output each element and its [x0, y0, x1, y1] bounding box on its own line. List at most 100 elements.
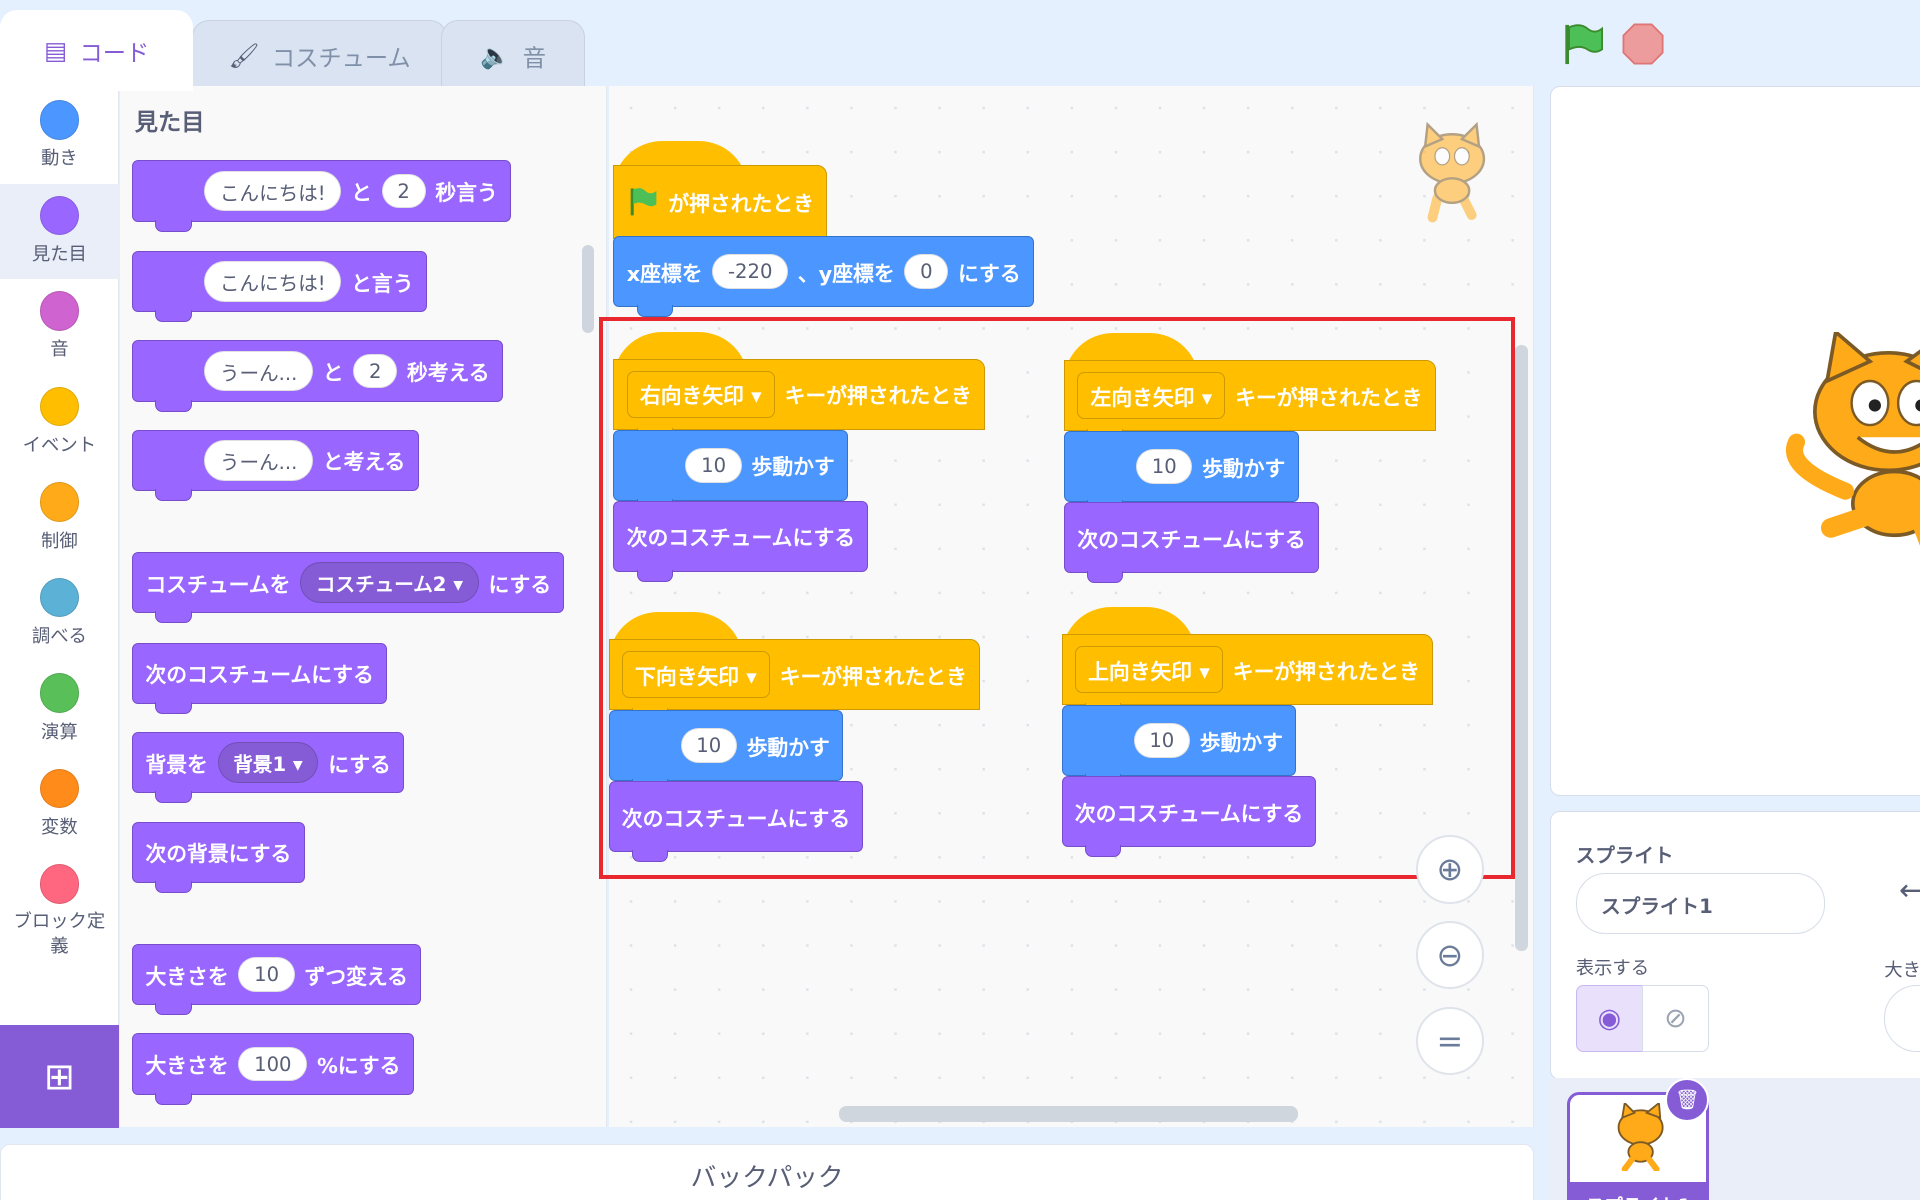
green-flag-button[interactable] — [1558, 20, 1607, 69]
tab-code-label: コード — [79, 39, 150, 67]
block-label: と言う — [351, 271, 414, 296]
block-label: と考える — [322, 450, 406, 475]
secs-input[interactable]: 2 — [353, 353, 398, 389]
when-flag-clicked-block[interactable]: が押されたとき — [613, 165, 828, 249]
category-8[interactable]: 変数 — [0, 757, 119, 853]
block-next-costume[interactable]: 次のコスチュームにする — [132, 642, 388, 715]
block-think-for-secs[interactable]: うーん... と 2 秒考える — [132, 340, 503, 412]
category-label: 動き — [41, 148, 78, 170]
hat-label: が押されたとき — [668, 192, 814, 217]
backpack[interactable]: バックパック — [0, 1143, 1535, 1200]
size-input[interactable] — [1884, 985, 1920, 1052]
palette-scrollbar[interactable] — [581, 244, 594, 334]
size-set-input[interactable]: 100 — [238, 1046, 308, 1082]
extension-icon: ⊞ — [43, 1054, 75, 1098]
eye-icon: ◉ — [1597, 1003, 1622, 1035]
block-label: 背景を — [145, 752, 208, 777]
eye-slash-icon: ⊘ — [1664, 1003, 1687, 1035]
block-label: にする — [328, 752, 391, 777]
zoom-out-button[interactable]: ⊖ — [1415, 920, 1485, 990]
secs-input[interactable]: 2 — [381, 173, 426, 209]
block-think[interactable]: うーん... と考える — [132, 429, 419, 502]
category-2[interactable]: 見た目 — [0, 183, 119, 280]
block-say-for-secs[interactable]: こんにちは! と 2 秒言う — [132, 160, 511, 232]
backpack-label: バックパック — [690, 1162, 844, 1193]
workspace-horizontal-scrollbar[interactable] — [838, 1105, 1298, 1122]
size-label: 大き — [1884, 960, 1920, 982]
category-7[interactable]: 演算 — [0, 661, 119, 757]
category-dot-icon — [39, 291, 79, 331]
category-label: 演算 — [41, 721, 78, 743]
sprite-name-value: スプライト1 — [1601, 894, 1713, 918]
category-3[interactable]: 音 — [0, 279, 119, 375]
block-label: と — [351, 181, 372, 206]
costume-dropdown-value: コスチューム2 — [315, 573, 447, 597]
stop-icon — [1622, 23, 1664, 65]
backdrop-dropdown[interactable]: 背景1 ▾ — [217, 742, 319, 784]
x-input[interactable]: -220 — [712, 254, 789, 290]
block-label: にする — [488, 572, 552, 597]
sprite-name-input[interactable]: スプライト1 — [1575, 872, 1826, 935]
tab-costumes-label: コスチューム — [271, 44, 411, 72]
show-label: 表示する — [1575, 957, 1650, 979]
category-1[interactable]: 動き — [0, 88, 119, 184]
say-text-input[interactable]: こんにちは! — [204, 170, 342, 212]
block-label: にする — [958, 261, 1021, 286]
add-extension-button[interactable]: ⊞ — [0, 1024, 119, 1128]
sprite-cat-icon — [1617, 1102, 1664, 1172]
tab-costumes[interactable]: 🖌 コスチューム — [192, 19, 447, 91]
workspace-vertical-scrollbar[interactable] — [1514, 345, 1529, 952]
think-text-input[interactable]: うーん... — [204, 350, 313, 392]
block-label: 次の背景にする — [145, 842, 292, 867]
category-9[interactable]: ブロック定義 — [0, 852, 119, 974]
category-dot-icon — [39, 577, 79, 618]
category-dot-icon — [39, 195, 79, 236]
category-dot-icon — [39, 100, 79, 140]
say-text-input[interactable]: こんにちは! — [204, 261, 342, 303]
show-button[interactable]: ◉ — [1575, 985, 1644, 1052]
category-6[interactable]: 調べる — [0, 566, 119, 662]
block-label: 、y座標を — [797, 261, 895, 286]
delete-sprite-button[interactable]: 🗑 — [1665, 1077, 1710, 1122]
go-to-xy-block[interactable]: x座標を -220 、y座標を 0 にする — [613, 236, 1034, 318]
green-flag-icon — [1564, 23, 1603, 64]
hide-button[interactable]: ⊘ — [1641, 985, 1710, 1052]
category-label: 音 — [50, 339, 69, 361]
zoom-out-icon: ⊖ — [1436, 936, 1464, 975]
block-label: 大きさを — [145, 964, 229, 989]
trash-icon: 🗑 — [1674, 1088, 1700, 1112]
block-set-size[interactable]: 大きさを 100 %にする — [132, 1033, 414, 1105]
costume-dropdown[interactable]: コスチューム2 ▾ — [300, 562, 479, 604]
palette-title: 見た目 — [134, 108, 205, 136]
zoom-in-button[interactable]: ⊕ — [1415, 835, 1485, 904]
category-5[interactable]: 制御 — [0, 470, 119, 566]
category-dot-icon — [39, 864, 79, 904]
tab-sounds[interactable]: 🔈 音 — [440, 19, 586, 91]
sprite-watermark-icon — [1419, 122, 1486, 223]
block-label: ずつ変える — [304, 964, 408, 989]
block-change-size[interactable]: 大きさを 10 ずつ変える — [132, 944, 422, 1016]
category-label: 変数 — [41, 817, 78, 839]
block-label: 次のコスチュームにする — [145, 663, 374, 688]
think-text-input[interactable]: うーん... — [204, 440, 313, 481]
block-label: x座標を — [626, 261, 703, 286]
y-input[interactable]: 0 — [904, 254, 949, 290]
zoom-in-icon: ⊕ — [1436, 850, 1464, 889]
code-icon: ▤ — [44, 36, 68, 66]
stop-button[interactable] — [1621, 22, 1665, 66]
green-flag-icon — [630, 188, 657, 216]
tab-code[interactable]: ▤ コード — [0, 9, 194, 91]
category-4[interactable]: イベント — [0, 375, 119, 471]
block-switch-costume[interactable]: コスチュームを コスチューム2 ▾ にする — [132, 552, 565, 624]
sprite-info-panel: スプライト スプライト1 ← 表示する 大き ◉ ⊘ — [1550, 810, 1920, 1080]
stage[interactable] — [1550, 85, 1920, 796]
block-switch-backdrop[interactable]: 背景を 背景1 ▾ にする — [132, 732, 405, 804]
block-label: と — [322, 361, 344, 386]
sprite-label: スプライト — [1575, 843, 1674, 867]
zoom-reset-button[interactable]: = — [1415, 1006, 1485, 1076]
block-next-backdrop[interactable]: 次の背景にする — [132, 821, 305, 893]
category-label: イベント — [22, 434, 97, 456]
block-label: コスチュームを — [145, 572, 291, 597]
size-change-input[interactable]: 10 — [238, 957, 295, 993]
block-say[interactable]: こんにちは! と言う — [132, 251, 427, 323]
